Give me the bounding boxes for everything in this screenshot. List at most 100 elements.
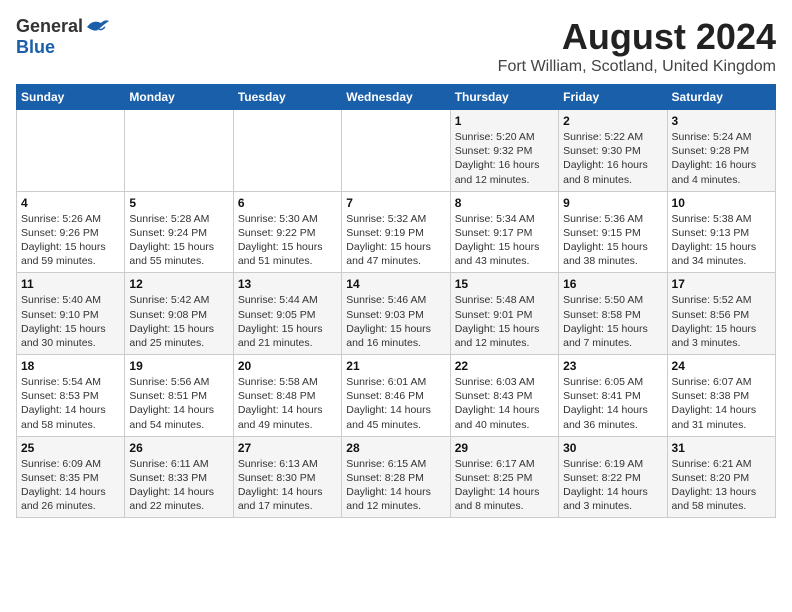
day-info: Sunrise: 5:54 AM Sunset: 8:53 PM Dayligh… <box>21 375 120 432</box>
page-header: General Blue August 2024 Fort William, S… <box>16 16 776 76</box>
day-number: 6 <box>238 196 337 210</box>
day-info: Sunrise: 6:05 AM Sunset: 8:41 PM Dayligh… <box>563 375 662 432</box>
calendar-cell: 10 Sunrise: 5:38 AM Sunset: 9:13 PM Dayli… <box>667 191 775 273</box>
calendar-cell: 4 Sunrise: 5:26 AM Sunset: 9:26 PM Daylig… <box>17 191 125 273</box>
day-number: 23 <box>563 359 662 373</box>
calendar-cell: 6 Sunrise: 5:30 AM Sunset: 9:22 PM Daylig… <box>233 191 341 273</box>
day-of-week-header: Monday <box>125 85 233 110</box>
calendar-cell: 15Sunrise: 5:48 AM Sunset: 9:01 PM Dayli… <box>450 273 558 355</box>
day-number: 30 <box>563 441 662 455</box>
day-info: Sunrise: 5:38 AM Sunset: 9:13 PM Dayligh… <box>672 212 771 269</box>
calendar-cell: 9 Sunrise: 5:36 AM Sunset: 9:15 PM Daylig… <box>559 191 667 273</box>
day-info: Sunrise: 5:26 AM Sunset: 9:26 PM Dayligh… <box>21 212 120 269</box>
day-number: 13 <box>238 277 337 291</box>
calendar-header-row: SundayMondayTuesdayWednesdayThursdayFrid… <box>17 85 776 110</box>
day-of-week-header: Sunday <box>17 85 125 110</box>
day-info: Sunrise: 5:52 AM Sunset: 8:56 PM Dayligh… <box>672 293 771 350</box>
day-of-week-header: Saturday <box>667 85 775 110</box>
day-info: Sunrise: 5:50 AM Sunset: 8:58 PM Dayligh… <box>563 293 662 350</box>
calendar-cell: 28 Sunrise: 6:15 AM Sunset: 8:28 PM Dayli… <box>342 436 450 518</box>
day-number: 4 <box>21 196 120 210</box>
calendar-cell: 17 Sunrise: 5:52 AM Sunset: 8:56 PM Dayli… <box>667 273 775 355</box>
day-info: Sunrise: 5:28 AM Sunset: 9:24 PM Dayligh… <box>129 212 228 269</box>
day-number: 2 <box>563 114 662 128</box>
logo-blue-text: Blue <box>16 37 55 58</box>
logo-bird-icon <box>85 17 109 37</box>
day-info: Sunrise: 6:01 AM Sunset: 8:46 PM Dayligh… <box>346 375 445 432</box>
calendar-week-row: 4 Sunrise: 5:26 AM Sunset: 9:26 PM Daylig… <box>17 191 776 273</box>
day-number: 16 <box>563 277 662 291</box>
day-info: Sunrise: 5:48 AM Sunset: 9:01 PM Dayligh… <box>455 293 554 350</box>
logo: General Blue <box>16 16 109 58</box>
day-number: 17 <box>672 277 771 291</box>
day-info: Sunrise: 6:11 AM Sunset: 8:33 PM Dayligh… <box>129 457 228 514</box>
calendar-cell: 30Sunrise: 6:19 AM Sunset: 8:22 PM Dayli… <box>559 436 667 518</box>
month-title: August 2024 <box>498 16 776 58</box>
calendar-cell: 21 Sunrise: 6:01 AM Sunset: 8:46 PM Dayli… <box>342 355 450 437</box>
logo-general-text: General <box>16 16 83 37</box>
calendar-cell: 3Sunrise: 5:24 AM Sunset: 9:28 PM Daylig… <box>667 110 775 192</box>
calendar-cell: 29Sunrise: 6:17 AM Sunset: 8:25 PM Dayli… <box>450 436 558 518</box>
day-number: 8 <box>455 196 554 210</box>
calendar-week-row: 1Sunrise: 5:20 AM Sunset: 9:32 PM Daylig… <box>17 110 776 192</box>
day-number: 28 <box>346 441 445 455</box>
calendar-week-row: 11 Sunrise: 5:40 AM Sunset: 9:10 PM Dayli… <box>17 273 776 355</box>
day-info: Sunrise: 5:44 AM Sunset: 9:05 PM Dayligh… <box>238 293 337 350</box>
calendar-week-row: 18 Sunrise: 5:54 AM Sunset: 8:53 PM Dayli… <box>17 355 776 437</box>
calendar-cell: 24 Sunrise: 6:07 AM Sunset: 8:38 PM Dayli… <box>667 355 775 437</box>
calendar-cell: 31Sunrise: 6:21 AM Sunset: 8:20 PM Dayli… <box>667 436 775 518</box>
day-info: Sunrise: 5:42 AM Sunset: 9:08 PM Dayligh… <box>129 293 228 350</box>
day-number: 21 <box>346 359 445 373</box>
day-number: 5 <box>129 196 228 210</box>
calendar-cell: 20 Sunrise: 5:58 AM Sunset: 8:48 PM Dayli… <box>233 355 341 437</box>
day-of-week-header: Friday <box>559 85 667 110</box>
day-number: 18 <box>21 359 120 373</box>
calendar-table: SundayMondayTuesdayWednesdayThursdayFrid… <box>16 84 776 518</box>
day-info: Sunrise: 5:20 AM Sunset: 9:32 PM Dayligh… <box>455 130 554 187</box>
calendar-cell <box>342 110 450 192</box>
day-info: Sunrise: 5:56 AM Sunset: 8:51 PM Dayligh… <box>129 375 228 432</box>
day-info: Sunrise: 5:24 AM Sunset: 9:28 PM Dayligh… <box>672 130 771 187</box>
day-number: 26 <box>129 441 228 455</box>
calendar-cell: 5 Sunrise: 5:28 AM Sunset: 9:24 PM Daylig… <box>125 191 233 273</box>
day-info: Sunrise: 6:21 AM Sunset: 8:20 PM Dayligh… <box>672 457 771 514</box>
calendar-cell: 1Sunrise: 5:20 AM Sunset: 9:32 PM Daylig… <box>450 110 558 192</box>
day-number: 11 <box>21 277 120 291</box>
calendar-cell: 26 Sunrise: 6:11 AM Sunset: 8:33 PM Dayli… <box>125 436 233 518</box>
day-number: 12 <box>129 277 228 291</box>
calendar-cell: 11 Sunrise: 5:40 AM Sunset: 9:10 PM Dayli… <box>17 273 125 355</box>
day-number: 25 <box>21 441 120 455</box>
day-of-week-header: Tuesday <box>233 85 341 110</box>
calendar-cell: 16 Sunrise: 5:50 AM Sunset: 8:58 PM Dayli… <box>559 273 667 355</box>
calendar-cell: 18 Sunrise: 5:54 AM Sunset: 8:53 PM Dayli… <box>17 355 125 437</box>
calendar-cell: 8Sunrise: 5:34 AM Sunset: 9:17 PM Daylig… <box>450 191 558 273</box>
calendar-cell: 27Sunrise: 6:13 AM Sunset: 8:30 PM Dayli… <box>233 436 341 518</box>
day-info: Sunrise: 5:30 AM Sunset: 9:22 PM Dayligh… <box>238 212 337 269</box>
day-number: 9 <box>563 196 662 210</box>
day-number: 10 <box>672 196 771 210</box>
day-info: Sunrise: 6:17 AM Sunset: 8:25 PM Dayligh… <box>455 457 554 514</box>
day-info: Sunrise: 6:07 AM Sunset: 8:38 PM Dayligh… <box>672 375 771 432</box>
calendar-week-row: 25Sunrise: 6:09 AM Sunset: 8:35 PM Dayli… <box>17 436 776 518</box>
title-block: August 2024 Fort William, Scotland, Unit… <box>498 16 776 76</box>
day-info: Sunrise: 5:46 AM Sunset: 9:03 PM Dayligh… <box>346 293 445 350</box>
day-number: 24 <box>672 359 771 373</box>
day-info: Sunrise: 6:03 AM Sunset: 8:43 PM Dayligh… <box>455 375 554 432</box>
calendar-cell: 23 Sunrise: 6:05 AM Sunset: 8:41 PM Dayli… <box>559 355 667 437</box>
day-info: Sunrise: 6:15 AM Sunset: 8:28 PM Dayligh… <box>346 457 445 514</box>
day-number: 7 <box>346 196 445 210</box>
day-number: 22 <box>455 359 554 373</box>
calendar-cell: 7 Sunrise: 5:32 AM Sunset: 9:19 PM Daylig… <box>342 191 450 273</box>
day-info: Sunrise: 5:32 AM Sunset: 9:19 PM Dayligh… <box>346 212 445 269</box>
day-info: Sunrise: 5:36 AM Sunset: 9:15 PM Dayligh… <box>563 212 662 269</box>
calendar-cell: 25Sunrise: 6:09 AM Sunset: 8:35 PM Dayli… <box>17 436 125 518</box>
calendar-cell: 12 Sunrise: 5:42 AM Sunset: 9:08 PM Dayli… <box>125 273 233 355</box>
day-info: Sunrise: 5:22 AM Sunset: 9:30 PM Dayligh… <box>563 130 662 187</box>
day-info: Sunrise: 5:40 AM Sunset: 9:10 PM Dayligh… <box>21 293 120 350</box>
day-info: Sunrise: 5:58 AM Sunset: 8:48 PM Dayligh… <box>238 375 337 432</box>
calendar-cell: 19 Sunrise: 5:56 AM Sunset: 8:51 PM Dayli… <box>125 355 233 437</box>
calendar-cell: 22 Sunrise: 6:03 AM Sunset: 8:43 PM Dayli… <box>450 355 558 437</box>
calendar-cell <box>17 110 125 192</box>
day-number: 19 <box>129 359 228 373</box>
day-number: 20 <box>238 359 337 373</box>
